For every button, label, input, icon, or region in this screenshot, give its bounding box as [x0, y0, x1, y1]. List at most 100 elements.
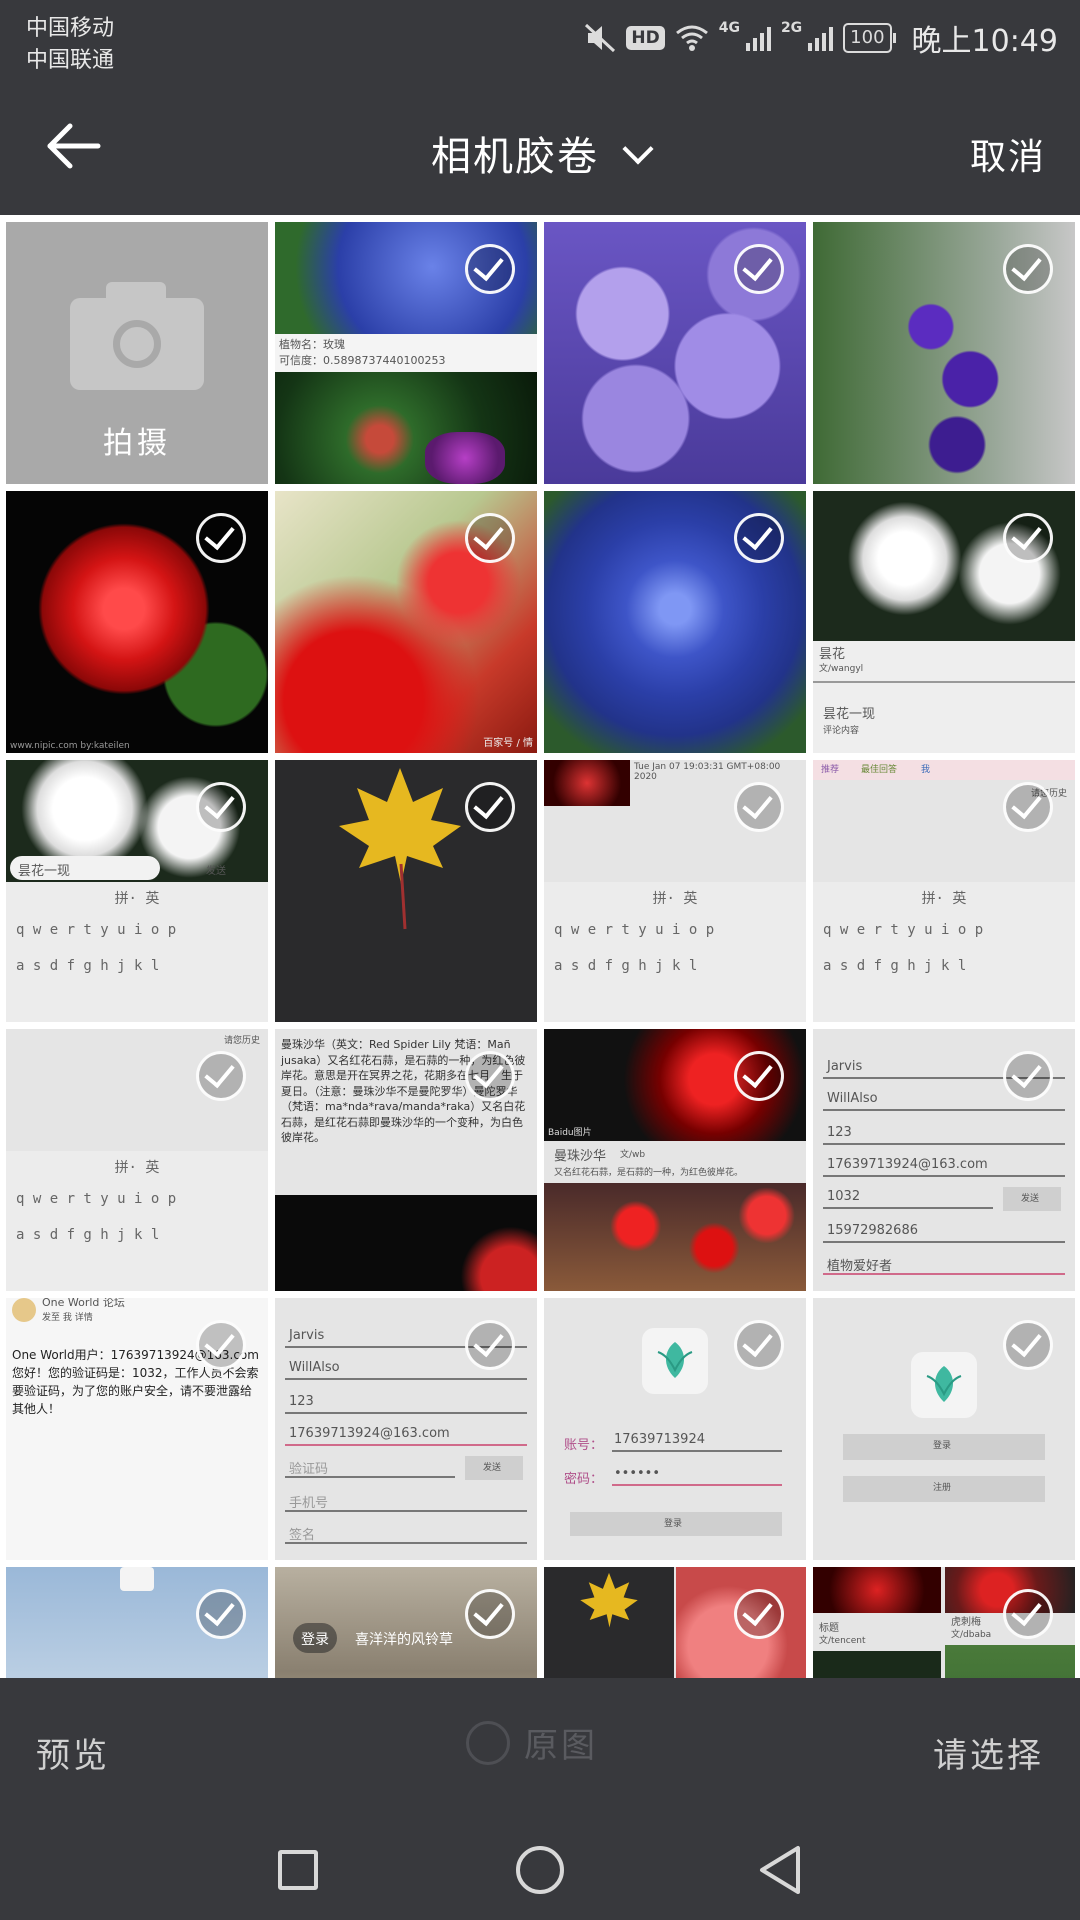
post-body: 又名红花石蒜，是石蒜的一种，为红色彼岸花。	[554, 1168, 744, 1178]
select-check-icon[interactable]	[734, 513, 784, 563]
photo-tile[interactable]: 标题 文/tencent 虎刺梅 文/dbaba	[813, 1567, 1075, 1678]
post-title: 曼珠沙华	[554, 1149, 607, 1164]
photo-tile[interactable]: 曼珠沙华（英文：Red Spider Lily 梵语：Mañ jusaka）又名…	[275, 1029, 537, 1291]
select-check-icon[interactable]	[734, 1051, 784, 1101]
photo-tile[interactable]: 登录 注册	[813, 1298, 1075, 1560]
select-check-icon[interactable]	[196, 513, 246, 563]
photo-tile[interactable]	[275, 760, 537, 1022]
original-image-label: 原图	[524, 1726, 598, 1766]
watermark: 百家号 / 情	[483, 738, 533, 749]
wifi-icon	[675, 24, 709, 52]
photo-tile[interactable]: 请您历史 拼· 英 q w e r t y u i o p a s d f g …	[6, 1029, 268, 1291]
photo-tile[interactable]: Tue Jan 07 19:03:31 GMT+08:00 2020 拼· 英 …	[544, 760, 806, 1022]
hd-icon: HD	[626, 26, 665, 50]
tab-label: 最佳回答	[861, 765, 898, 775]
send-text: 发送	[206, 866, 226, 877]
system-nav-bar	[0, 1818, 1080, 1920]
photo-tile[interactable]	[813, 222, 1075, 484]
select-check-icon[interactable]	[465, 244, 515, 294]
select-check-icon[interactable]	[1003, 1320, 1053, 1370]
post-author: 文/wb	[620, 1150, 646, 1160]
recent-apps-icon[interactable]	[278, 1850, 318, 1890]
select-check-icon[interactable]	[1003, 782, 1053, 832]
photo-tile[interactable]: 登录 喜洋洋的风铃草	[275, 1567, 537, 1678]
select-check-icon[interactable]	[196, 1051, 246, 1101]
photo-tile[interactable]	[544, 222, 806, 484]
post-subtext: 评论内容	[823, 726, 860, 736]
photo-tile[interactable]	[6, 1567, 268, 1678]
carrier-1: 中国移动	[26, 16, 115, 41]
select-check-icon[interactable]	[465, 1589, 515, 1639]
camera-lens	[113, 320, 161, 368]
signal-icon-1	[745, 25, 771, 51]
input-text: 昙花一现	[18, 864, 71, 879]
photo-date: Tue Jan 07 19:03:31 GMT+08:00 2020	[634, 762, 781, 782]
home-icon[interactable]	[516, 1846, 564, 1894]
signal-icon-2	[808, 25, 834, 51]
select-check-icon[interactable]	[1003, 1589, 1053, 1639]
photo-tile[interactable]	[544, 491, 806, 753]
select-check-icon[interactable]	[465, 513, 515, 563]
preview-button[interactable]: 预览	[36, 1728, 110, 1777]
select-check-icon[interactable]	[734, 1320, 784, 1370]
photo-tile[interactable]: 账号： 17639713924 密码： •••••• 登录	[544, 1298, 806, 1560]
photo-tile[interactable]: Baidu图片 曼珠沙华 文/wb 又名红花石蒜，是石蒜的一种，为红色彼岸花。	[544, 1029, 806, 1291]
network-type-2: 2G	[780, 20, 803, 36]
photo-thumbnail	[813, 1567, 941, 1613]
post-title: 昙花	[819, 647, 846, 662]
hint-text: 请您历史	[223, 1036, 260, 1046]
take-photo-tile[interactable]: 拍摄	[6, 222, 268, 484]
watermark: www.nipic.com by:kateilen	[10, 741, 130, 751]
photo-tile[interactable]: 推荐 最佳回答 我 请您历史 拼· 英 q w e r t y u i o p …	[813, 760, 1075, 1022]
select-check-icon[interactable]	[1003, 513, 1053, 563]
take-photo-label: 拍摄	[103, 426, 171, 461]
photo-tile[interactable]: 百家号 / 情	[275, 491, 537, 753]
status-bar: 中国移动 中国联通 HD 4G 2G 100 晚上10:49	[0, 0, 1080, 80]
select-check-icon[interactable]	[1003, 1051, 1053, 1101]
original-image-toggle[interactable]: 原图	[466, 1718, 598, 1767]
battery-icon: 100	[843, 23, 896, 53]
clock: 晚上10:49	[911, 24, 1058, 59]
photo-grid: 拍摄 植物名：玫瑰 可信度：0.5898737440100253 www.nip…	[6, 222, 1076, 1678]
photo-tile[interactable]: www.nipic.com by:kateilen	[6, 491, 268, 753]
photo-tile[interactable]	[544, 1567, 806, 1678]
select-check-icon[interactable]	[465, 1051, 515, 1101]
select-check-icon[interactable]	[196, 782, 246, 832]
maple-leaf-image	[339, 768, 461, 930]
cancel-button[interactable]: 取消	[970, 128, 1046, 180]
page-title: 相机胶卷	[431, 134, 599, 180]
watermark: Baidu图片	[548, 1128, 592, 1138]
photo-tile[interactable]: Jarvis WillAlso 123 17639713924@163.com …	[813, 1029, 1075, 1291]
tab-label: 推荐	[821, 765, 840, 775]
photo-tile[interactable]: 昙花 文/wangyl 昙花一现 评论内容	[813, 491, 1075, 753]
post-text: 昙花一现	[823, 707, 876, 722]
select-check-icon[interactable]	[734, 244, 784, 294]
tab-label: 我	[921, 765, 931, 775]
photo-thumbnail	[275, 1195, 537, 1291]
network-type-1: 4G	[718, 20, 740, 36]
back-triangle-icon[interactable]	[756, 1844, 804, 1896]
maple-leaf-image	[580, 1572, 638, 1628]
select-check-icon[interactable]	[734, 782, 784, 832]
photo-tile[interactable]: One World 论坛 发至 我 详情 One World用户：1763971…	[6, 1298, 268, 1560]
select-check-icon[interactable]	[734, 1589, 784, 1639]
select-check-icon[interactable]	[465, 782, 515, 832]
confirm-selection-button[interactable]: 请选择	[933, 1728, 1044, 1777]
bottom-action-bar: 预览 原图 请选择	[0, 1678, 1080, 1818]
photo-text: 可信度：0.5898737440100253	[279, 354, 446, 367]
photo-tile[interactable]: 植物名：玫瑰 可信度：0.5898737440100253	[275, 222, 537, 484]
photo-text: 植物名：玫瑰	[279, 338, 345, 351]
select-check-icon[interactable]	[196, 1589, 246, 1639]
select-check-icon[interactable]	[1003, 244, 1053, 294]
app-logo-icon	[657, 1342, 693, 1378]
photo-tile[interactable]: 昙花一现 发送 拼· 英 q w e r t y u i o p a s d f…	[6, 760, 268, 1022]
photo-tile[interactable]: Jarvis WillAlso 123 17639713924@163.com …	[275, 1298, 537, 1560]
mute-icon	[584, 23, 616, 53]
app-logo-icon	[926, 1366, 962, 1402]
post-author: 文/wangyl	[819, 664, 864, 674]
photo-thumbnail	[544, 760, 630, 806]
radio-icon	[466, 1720, 510, 1765]
select-check-icon[interactable]	[196, 1320, 246, 1370]
album-selector[interactable]: 相机胶卷	[0, 124, 1080, 182]
select-check-icon[interactable]	[465, 1320, 515, 1370]
